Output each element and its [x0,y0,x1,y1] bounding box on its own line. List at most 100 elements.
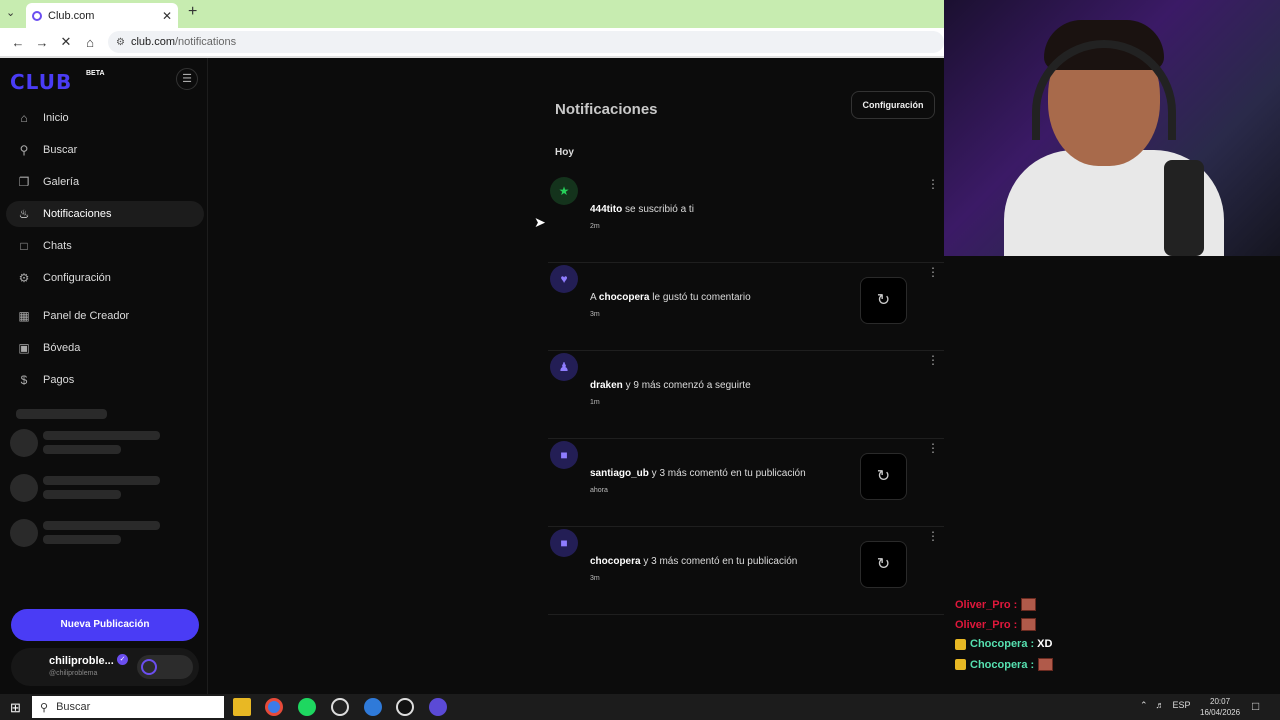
loading-placeholder [43,445,121,454]
sidebar-item-label: Inicio [43,112,69,124]
sidebar-item-boveda[interactable]: ▣ Bóveda [6,335,204,361]
volume-icon: ♬ [1155,700,1165,710]
forward-button[interactable]: → [30,35,54,50]
sidebar-item-galeria[interactable]: ❐ Galería [6,169,204,195]
browser-tab[interactable]: Club.com ✕ [26,3,178,28]
notification-item[interactable]: ♥ A chocopera le gustó tu comentario 3m … [548,263,944,351]
loading-placeholder [43,476,160,485]
notification-text: A chocopera le gustó tu comentario [590,292,751,303]
notification-time: 3m [590,575,600,582]
windows-start-icon[interactable]: ⊞ [10,700,21,716]
tab-close-icon[interactable]: ✕ [162,9,172,23]
taskbar-search[interactable]: ⚲ Buscar [32,696,224,718]
notification-item[interactable]: ■ santiago_ub y 3 más comentó en tu publ… [548,439,944,527]
notification-time: 2m [590,223,600,230]
mode-toggle[interactable] [137,655,193,679]
chat-icon: □ [20,239,28,253]
search-icon: ⚲ [19,143,29,157]
loading-placeholder [43,535,121,544]
more-options-icon[interactable]: ⋮ [927,177,939,191]
sidebar-item-configuracion[interactable]: ⚙ Configuración [6,265,204,291]
more-options-icon[interactable]: ⋮ [927,441,939,455]
system-tray[interactable]: ⌃ ♬ ESP [1140,700,1191,711]
notification-time: 1m [590,399,600,406]
notification-item[interactable]: ♟ draken y 9 más comenzó a seguirte 1m ⋮ [548,351,944,439]
new-post-button[interactable]: Nueva Publicación [11,609,199,641]
loading-placeholder [43,431,160,440]
search-icon: ⚲ [40,701,49,714]
notification-item[interactable]: ■ chocopera y 3 más comentó en tu public… [548,527,944,615]
loading-spinner-icon[interactable]: ↻ [860,277,907,324]
app-icon[interactable] [364,698,382,716]
clock[interactable]: 20:07 16/04/2026 [1200,696,1240,718]
emote-icon [1021,598,1037,611]
club-logo[interactable]: CLUB [10,70,72,94]
file-explorer-icon[interactable] [233,698,251,716]
more-options-icon[interactable]: ⋮ [927,265,939,279]
sidebar-item-label: Buscar [43,144,78,156]
user-card[interactable]: chiliproble... ✓ @chiliproblema [11,648,199,686]
sidebar-item-inicio[interactable]: ⌂ Inicio [6,105,204,131]
settings-button[interactable]: Configuración [851,91,935,119]
chat-username: Oliver_Pro [955,598,1011,611]
notification-user: chocopera [590,556,641,567]
sidebar-item-label: Panel de Creador [43,310,130,322]
loading-spinner-icon[interactable]: ↻ [860,541,907,588]
loading-spinner-icon[interactable]: ↻ [860,453,907,500]
sidebar: CLUB BETA ☰ ⌂ Inicio ⚲ Buscar ❐ Galería ♨ No… [0,58,208,694]
beta-badge: BETA [86,70,105,77]
stop-button[interactable]: ✕ [54,34,78,50]
back-button[interactable]: ← [6,35,30,50]
bell-icon: ♨ [18,207,30,221]
chat-username: Oliver_Pro [955,618,1011,631]
notification-item[interactable]: ★ 444tito se suscribió a ti 2m ⋮ [548,175,944,263]
new-tab-button[interactable]: + [188,3,197,21]
sidebar-item-label: Chats [43,240,72,252]
tab-search-chevron-icon[interactable]: ⌄ [6,6,15,19]
taskbar-search-label: Buscar [56,701,91,713]
main-content: Notificaciones Configuración Hoy ★ 444ti… [208,58,944,694]
app-icon[interactable] [429,698,447,716]
mouse-cursor-icon: ➤ [534,214,546,230]
chrome-icon[interactable] [265,698,283,716]
notification-time: ahora [590,487,608,494]
gallery-icon: ❐ [18,175,30,189]
user-name: chiliproble... [49,655,114,667]
home-button[interactable]: ⌂ [78,35,102,50]
emote-icon [1021,618,1037,631]
comment-icon: ■ [550,441,578,469]
chat-username: Chocopera [970,658,1028,671]
windows-taskbar: ⊞ ⚲ Buscar ⌃ ♬ ESP 20:07 16/04/2026 □ [0,694,1280,720]
language-indicator: ESP [1172,700,1191,710]
address-bar[interactable]: ⚙ club.com/notifications [108,31,944,53]
comment-icon: ■ [550,529,578,557]
crown-icon [955,659,966,670]
more-options-icon[interactable]: ⋮ [927,353,939,367]
emote-icon [1038,658,1054,671]
sidebar-item-panel-de-creador[interactable]: ▦ Panel de Creador [6,303,204,329]
sidebar-item-chats[interactable]: □ Chats [6,233,204,259]
spotify-icon[interactable] [298,698,316,716]
app-icon[interactable] [331,698,349,716]
sidebar-item-buscar[interactable]: ⚲ Buscar [6,137,204,163]
site-favicon-icon [32,10,42,21]
notification-user: santiago_ub [590,468,649,479]
user-handle: @chiliproblema [49,670,98,677]
site-info-icon[interactable]: ⚙ [116,37,125,48]
notification-center-icon[interactable]: □ [1252,699,1259,713]
more-options-icon[interactable]: ⋮ [927,529,939,543]
vault-icon: ▣ [18,341,30,355]
sidebar-item-pagos[interactable]: $ Pagos [6,367,204,393]
sidebar-item-notificaciones[interactable]: ♨ Notificaciones [6,201,204,227]
page-title: Notificaciones [555,101,658,118]
notification-text: 444tito se suscribió a ti [590,204,694,215]
sidebar-item-label: Pagos [43,374,75,386]
person-add-icon: ♟ [550,353,578,381]
chat-message: Chocopera : XD [955,638,1052,650]
url-path: /notifications [175,36,237,48]
clock-time: 20:07 [1210,697,1231,706]
menu-toggle-button[interactable]: ☰ [176,68,198,90]
toggle-knob [141,659,157,675]
obs-icon[interactable] [396,698,414,716]
dashboard-icon: ▦ [18,309,30,323]
